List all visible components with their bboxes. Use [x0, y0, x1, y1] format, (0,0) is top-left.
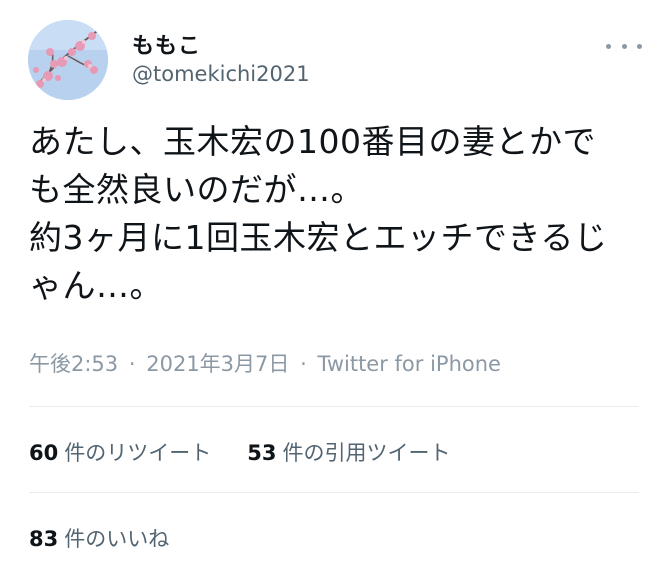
- quote-label: 件の引用ツイート: [282, 441, 451, 465]
- tweet-source[interactable]: Twitter for iPhone: [317, 352, 501, 376]
- tweet-detail: ももこ @tomekichi2021 あたし、玉木宏の100番目の妻とかで も全…: [0, 0, 668, 580]
- display-name[interactable]: ももこ: [132, 28, 201, 60]
- retweets-stat[interactable]: 60 件のリツイート: [29, 437, 211, 467]
- tweet-date[interactable]: 2021年3月7日: [146, 352, 289, 376]
- tweet-meta: 午後2:53 · 2021年3月7日 · Twitter for iPhone: [29, 348, 501, 378]
- avatar[interactable]: [28, 20, 108, 100]
- like-label: 件のいいね: [64, 527, 170, 551]
- retweet-label: 件のリツイート: [64, 441, 212, 465]
- divider: [29, 492, 639, 493]
- tweet-text: あたし、玉木宏の100番目の妻とかで も全然良いのだが…。 約3ヶ月に1回玉木宏…: [29, 118, 639, 310]
- likes-row: 83 件のいいね: [29, 523, 169, 553]
- user-handle[interactable]: @tomekichi2021: [132, 62, 310, 86]
- tweet-text-line: ゃん…。: [29, 266, 163, 305]
- likes-stat[interactable]: 83 件のいいね: [29, 523, 169, 553]
- meta-separator: ·: [300, 352, 307, 376]
- retweet-count: 60: [29, 441, 59, 465]
- divider: [29, 406, 639, 407]
- tweet-text-line: 約3ヶ月に1回玉木宏とエッチできるじ: [29, 218, 608, 257]
- tweet-text-line: あたし、玉木宏の100番目の妻とかで: [29, 122, 596, 161]
- quote-count: 53: [247, 441, 277, 465]
- dot: [621, 43, 627, 49]
- dot: [606, 43, 611, 49]
- more-horizontal-icon[interactable]: [606, 36, 642, 56]
- quotes-stat[interactable]: 53 件の引用ツイート: [247, 437, 450, 467]
- meta-separator: ·: [128, 352, 136, 376]
- dot: [637, 43, 642, 49]
- tweet-time[interactable]: 午後2:53: [29, 352, 118, 376]
- engagement-stats: 60 件のリツイート 53 件の引用ツイート: [29, 437, 450, 467]
- avatar-image: [28, 20, 108, 100]
- like-count: 83: [29, 527, 59, 551]
- tweet-text-line: も全然良いのだが…。: [29, 170, 364, 209]
